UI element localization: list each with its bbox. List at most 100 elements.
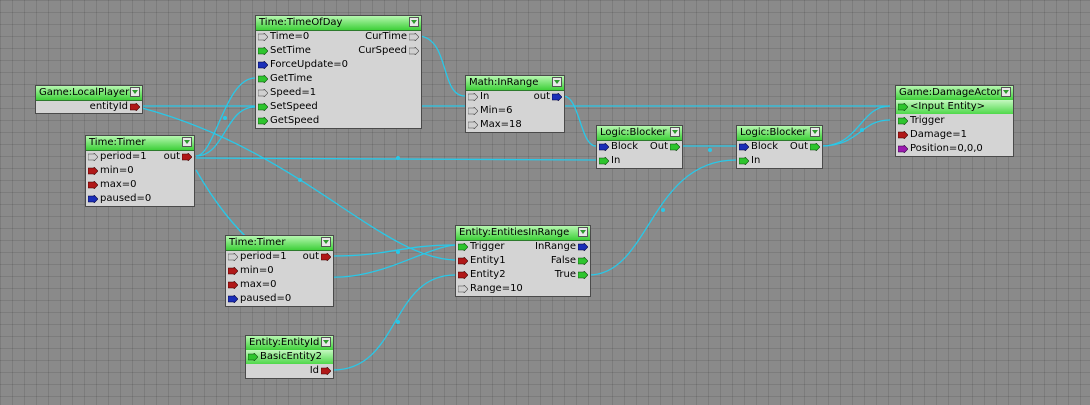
- node-title[interactable]: Game:DamageActor: [896, 86, 1013, 101]
- node-title[interactable]: Logic:Blocker: [597, 126, 682, 141]
- input-pin-red-icon[interactable]: [458, 257, 468, 265]
- node-time-timeofday[interactable]: Time:TimeOfDay Time=0 CurTime SetTime Cu…: [255, 15, 422, 129]
- port-row: In: [597, 154, 682, 168]
- collapse-icon[interactable]: [130, 87, 140, 97]
- node-game-local-player[interactable]: Game:LocalPlayer entityId: [35, 85, 143, 114]
- input-pin-green-icon[interactable]: [458, 243, 468, 251]
- output-pin-red-icon[interactable]: [321, 367, 331, 375]
- collapse-icon[interactable]: [552, 77, 562, 87]
- port-row: paused=0: [226, 292, 333, 306]
- node-title[interactable]: Time:TimeOfDay: [256, 16, 421, 31]
- port-row: SetTime CurSpeed: [256, 44, 421, 58]
- collapse-icon[interactable]: [409, 17, 419, 27]
- input-pin-green-icon[interactable]: [258, 117, 268, 125]
- port-row: Id: [246, 364, 333, 378]
- input-pin-gray-icon[interactable]: [468, 107, 478, 115]
- collapse-icon[interactable]: [321, 337, 331, 347]
- input-pin-blue-icon[interactable]: [258, 61, 268, 69]
- input-pin-purple-icon[interactable]: [898, 145, 908, 153]
- input-pin-blue-icon[interactable]: [228, 295, 238, 303]
- input-pin-green-icon[interactable]: [599, 157, 609, 165]
- edge-timer1-to-blocker1-in: [195, 157, 597, 161]
- node-logic-blocker[interactable]: Logic:Blocker Block Out In: [736, 125, 823, 169]
- input-pin-green-icon[interactable]: [898, 117, 908, 125]
- edge-curtime-to-inrange-in: [419, 35, 466, 97]
- output-pin-gray-icon[interactable]: [409, 47, 419, 55]
- port-row: Trigger: [896, 114, 1013, 128]
- input-pin-gray-icon[interactable]: [468, 121, 478, 129]
- collapse-icon[interactable]: [578, 227, 588, 237]
- node-title[interactable]: Time:Timer: [86, 136, 194, 151]
- input-pin-red-icon[interactable]: [88, 167, 98, 175]
- input-pin-green-icon[interactable]: [258, 75, 268, 83]
- input-pin-red-icon[interactable]: [898, 131, 908, 139]
- node-logic-blocker[interactable]: Logic:Blocker Block Out In: [596, 125, 683, 169]
- output-pin-gray-icon[interactable]: [409, 33, 419, 41]
- node-game-damage-actor[interactable]: Game:DamageActor <Input Entity> Trigger …: [895, 85, 1014, 157]
- input-pin-blue-icon[interactable]: [739, 143, 749, 151]
- input-pin-red-icon[interactable]: [458, 271, 468, 279]
- input-pin-green-icon[interactable]: [248, 353, 258, 361]
- port-row: Entity2 True: [456, 268, 590, 282]
- port-row: max=0: [86, 178, 194, 192]
- node-title[interactable]: Entity:EntityId: [246, 336, 333, 351]
- port-row: ForceUpdate=0: [256, 58, 421, 72]
- edge-true-to-blocker2-in: [588, 159, 737, 276]
- port-row: Block Out: [597, 140, 682, 154]
- port-row: GetTime: [256, 72, 421, 86]
- node-title[interactable]: Game:LocalPlayer: [36, 86, 142, 101]
- output-pin-red-icon[interactable]: [182, 153, 192, 161]
- node-time-timer[interactable]: Time:Timer period=1 out min=0 max=0 paus…: [85, 135, 195, 207]
- output-pin-blue-icon[interactable]: [578, 243, 588, 251]
- input-pin-green-icon[interactable]: [898, 103, 908, 111]
- node-math-inrange[interactable]: Math:InRange In out Min=6 Max=18: [465, 75, 565, 133]
- input-pin-gray-icon[interactable]: [88, 153, 98, 161]
- edge-timer1-to-setspeed: [195, 106, 256, 157]
- output-pin-red-icon[interactable]: [130, 103, 140, 111]
- collapse-icon[interactable]: [1001, 87, 1011, 97]
- port-row: Time=0 CurTime: [256, 30, 421, 44]
- output-pin-green-icon[interactable]: [578, 257, 588, 265]
- node-title[interactable]: Entity:EntitiesInRange: [456, 226, 590, 241]
- output-pin-green-icon[interactable]: [810, 143, 820, 151]
- edge-blocker2-out-to-damage-trigger: [820, 105, 891, 147]
- collapse-icon[interactable]: [810, 127, 820, 137]
- input-pin-green-icon[interactable]: [739, 157, 749, 165]
- input-pin-red-icon[interactable]: [88, 181, 98, 189]
- node-entity-entityid[interactable]: Entity:EntityId BasicEntity2 Id: [245, 335, 334, 379]
- collapse-icon[interactable]: [670, 127, 680, 137]
- input-pin-blue-icon[interactable]: [599, 143, 609, 151]
- port-row-input-entity: <Input Entity>: [896, 100, 1013, 114]
- collapse-icon[interactable]: [321, 237, 331, 247]
- port-row: entityId: [36, 100, 142, 114]
- input-pin-green-icon[interactable]: [258, 103, 268, 111]
- input-pin-gray-icon[interactable]: [458, 285, 468, 293]
- edge-timer2-to-eir-trigger: [332, 244, 456, 257]
- input-pin-gray-icon[interactable]: [258, 89, 268, 97]
- port-row: period=1 out: [86, 150, 194, 164]
- input-pin-red-icon[interactable]: [228, 281, 238, 289]
- node-title[interactable]: Time:Timer: [226, 236, 333, 251]
- port-row-basic-entity: BasicEntity2: [246, 350, 333, 364]
- output-pin-green-icon[interactable]: [670, 143, 680, 151]
- input-pin-gray-icon[interactable]: [228, 253, 238, 261]
- input-pin-gray-icon[interactable]: [468, 93, 478, 101]
- input-pin-green-icon[interactable]: [258, 47, 268, 55]
- input-pin-blue-icon[interactable]: [88, 195, 98, 203]
- node-title[interactable]: Logic:Blocker: [737, 126, 822, 141]
- output-pin-red-icon[interactable]: [321, 253, 331, 261]
- node-time-timer[interactable]: Time:Timer period=1 out min=0 max=0 paus…: [225, 235, 334, 307]
- output-pin-blue-icon[interactable]: [552, 93, 562, 101]
- node-entity-entities-in-range[interactable]: Entity:EntitiesInRange Trigger InRange E…: [455, 225, 591, 297]
- node-title[interactable]: Math:InRange: [466, 76, 564, 91]
- input-pin-red-icon[interactable]: [228, 267, 238, 275]
- port-row: Entity1 False: [456, 254, 590, 268]
- input-pin-gray-icon[interactable]: [258, 33, 268, 41]
- port-row: period=1 out: [226, 250, 333, 264]
- edge-inrange-out-to-blocker1-block: [562, 95, 597, 147]
- collapse-icon[interactable]: [182, 137, 192, 147]
- output-pin-green-icon[interactable]: [578, 271, 588, 279]
- port-row: In: [737, 154, 822, 168]
- port-row: Min=6: [466, 104, 564, 118]
- port-row: In out: [466, 90, 564, 104]
